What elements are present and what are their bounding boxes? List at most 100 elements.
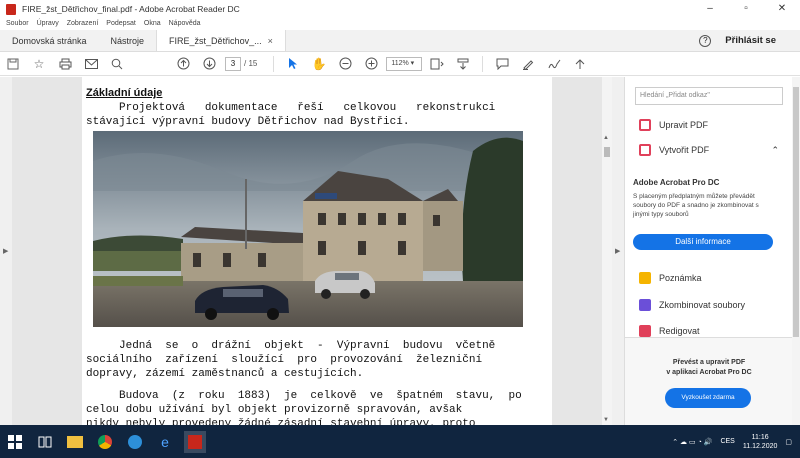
tools-pane: Hledání „Přidat odkaz" Upravit PDF Vytvo… (624, 77, 793, 425)
upsell-text: Převést a upravit PDF v aplikaci Acrobat… (666, 359, 752, 376)
pdf-page: Základní údaje Projektová dokumentace ře… (82, 77, 552, 425)
promo-title: Adobe Acrobat Pro DC (633, 178, 720, 187)
help-icon[interactable]: ? (699, 34, 712, 47)
upsell-box: Převést a upravit PDF v aplikaci Acrobat… (625, 337, 793, 425)
share-icon[interactable] (567, 54, 593, 74)
browser-icon[interactable] (124, 431, 146, 453)
comment-icon[interactable] (489, 54, 515, 74)
clock-time: 11:16 (751, 433, 769, 441)
save-icon[interactable] (0, 54, 26, 74)
tray-icons[interactable]: ⌃ ☁ ▭ ◔ 🔊 (672, 438, 712, 446)
combine-files-label: Zkombinovat soubory (659, 300, 746, 310)
menu-file[interactable]: Soubor (6, 18, 29, 30)
taskbar: e ⌃ ☁ ▭ ◔ 🔊 CES 11:16 11.12.2020 ▢ (0, 425, 800, 458)
scroll-up-icon[interactable]: ▲ (603, 135, 609, 141)
window-controls: – ▫ ✕ (692, 0, 800, 18)
clock[interactable]: 11:16 11.12.2020 (743, 433, 778, 451)
hand-tool-icon[interactable]: ✋ (306, 54, 332, 74)
tab-tools[interactable]: Nástroje (99, 30, 157, 51)
zoom-out-icon[interactable] (332, 54, 358, 74)
comment-tool-label: Poznámka (659, 273, 702, 283)
document-scrollbar[interactable]: ▲ ▼ (602, 77, 612, 425)
section-heading: Základní údaje (86, 87, 163, 99)
toolbar-separator (273, 55, 275, 72)
tools-pane-scrollbar[interactable] (792, 77, 800, 425)
redact-icon (639, 325, 651, 337)
redact-tool[interactable]: Redigovat (639, 325, 700, 337)
search-icon[interactable] (104, 54, 130, 74)
comment-tool[interactable]: Poznámka (639, 272, 702, 284)
zoom-level-value: 112% (391, 59, 409, 67)
signin-button[interactable]: Přihlásit se (725, 35, 776, 46)
left-pane-handle[interactable]: ▶ (0, 77, 12, 425)
chevron-up-icon[interactable]: ⌃ (771, 145, 779, 156)
try-free-button[interactable]: Vyzkoušet zdarma (665, 388, 751, 408)
windows-start-icon[interactable] (4, 431, 26, 453)
file-explorer-icon[interactable] (64, 431, 86, 453)
expand-left-icon[interactable]: ▶ (3, 247, 8, 255)
tab-document-label: FIRE_žst_Dětřichov_... (169, 35, 262, 46)
scroll-mode-icon[interactable] (450, 54, 476, 74)
notifications-icon[interactable]: ▢ (785, 438, 792, 446)
scroll-down-icon[interactable]: ▼ (603, 417, 609, 423)
paragraph-intro: Projektová dokumentace řeší celkovou rek… (86, 102, 496, 128)
menu-help[interactable]: Nápověda (169, 18, 201, 30)
more-info-button[interactable]: Další informace (633, 234, 773, 250)
title-bar: FIRE_žst_Dětřichov_final.pdf - Adobe Acr… (0, 0, 800, 18)
toolbar: ☆ 3 / 15 ✋ 112% ▾ (0, 52, 800, 76)
tab-bar: Domovská stránka Nástroje FIRE_žst_Dětři… (0, 30, 800, 52)
combine-files-icon (639, 299, 651, 311)
window-title: FIRE_žst_Dětřichov_final.pdf - Adobe Acr… (22, 4, 240, 14)
create-pdf-tool[interactable]: Vytvořit PDF ⌃ (639, 144, 779, 156)
task-view-icon[interactable] (34, 431, 56, 453)
document-area[interactable]: Základní údaje Projektová dokumentace ře… (12, 77, 602, 425)
zoom-level-select[interactable]: 112% ▾ (386, 56, 423, 71)
menu-sign[interactable]: Podepsat (106, 18, 136, 30)
tools-search-input[interactable]: Hledání „Přidat odkaz" (635, 87, 783, 105)
redact-label: Redigovat (659, 326, 700, 336)
bookmark-star-icon[interactable]: ☆ (26, 54, 52, 74)
maximize-button[interactable]: ▫ (728, 0, 764, 18)
create-pdf-label: Vytvořit PDF (659, 145, 710, 155)
page-number-input[interactable]: 3 (225, 56, 241, 71)
right-pane-handle[interactable]: ▶ (612, 77, 624, 425)
select-cursor-icon[interactable] (280, 54, 306, 74)
tab-home[interactable]: Domovská stránka (0, 30, 99, 51)
sign-icon[interactable] (541, 54, 567, 74)
clock-date: 11.12.2020 (742, 442, 778, 450)
promo-text: S placeným předplatným můžete převádět s… (633, 193, 759, 218)
chrome-icon[interactable] (94, 431, 116, 453)
scrollbar-thumb[interactable] (604, 147, 610, 157)
collapse-right-icon[interactable]: ▶ (615, 247, 620, 255)
paragraph-condition: Budova (z roku 1883) je celkově ve špatn… (86, 390, 522, 425)
minimize-button[interactable]: – (692, 0, 728, 18)
edit-pdf-tool[interactable]: Upravit PDF (639, 119, 708, 131)
menu-window[interactable]: Okna (144, 18, 161, 30)
toolbar-separator (482, 55, 484, 72)
close-button[interactable]: ✕ (764, 0, 800, 18)
highlight-pen-icon[interactable] (515, 54, 541, 74)
page-down-icon[interactable] (196, 54, 222, 74)
tools-scrollbar-thumb[interactable] (793, 87, 799, 337)
zoom-in-icon[interactable] (358, 54, 384, 74)
tab-document[interactable]: FIRE_žst_Dětřichov_... × (156, 30, 286, 51)
edit-pdf-icon (639, 119, 651, 131)
combine-files-tool[interactable]: Zkombinovat soubory (639, 299, 745, 311)
acrobat-taskbar-icon[interactable] (184, 430, 206, 453)
ie-icon[interactable]: e (154, 431, 176, 453)
menu-edit[interactable]: Úpravy (37, 18, 59, 30)
create-pdf-icon (639, 144, 651, 156)
language-indicator[interactable]: CES (720, 438, 734, 445)
paragraph-object: Jedná se o drážní objekt - Výpravní budo… (86, 340, 496, 380)
menu-bar: Soubor Úpravy Zobrazení Podepsat Okna Ná… (0, 18, 800, 30)
fit-page-icon[interactable] (424, 54, 450, 74)
station-photo (93, 131, 523, 327)
page-up-icon[interactable] (170, 54, 196, 74)
page-total: / 15 (244, 59, 258, 68)
acrobat-app-icon (6, 3, 16, 15)
menu-view[interactable]: Zobrazení (67, 18, 99, 30)
print-icon[interactable] (52, 54, 78, 74)
email-icon[interactable] (78, 54, 104, 74)
edit-pdf-label: Upravit PDF (659, 120, 709, 130)
tab-close-icon[interactable]: × (268, 30, 273, 52)
